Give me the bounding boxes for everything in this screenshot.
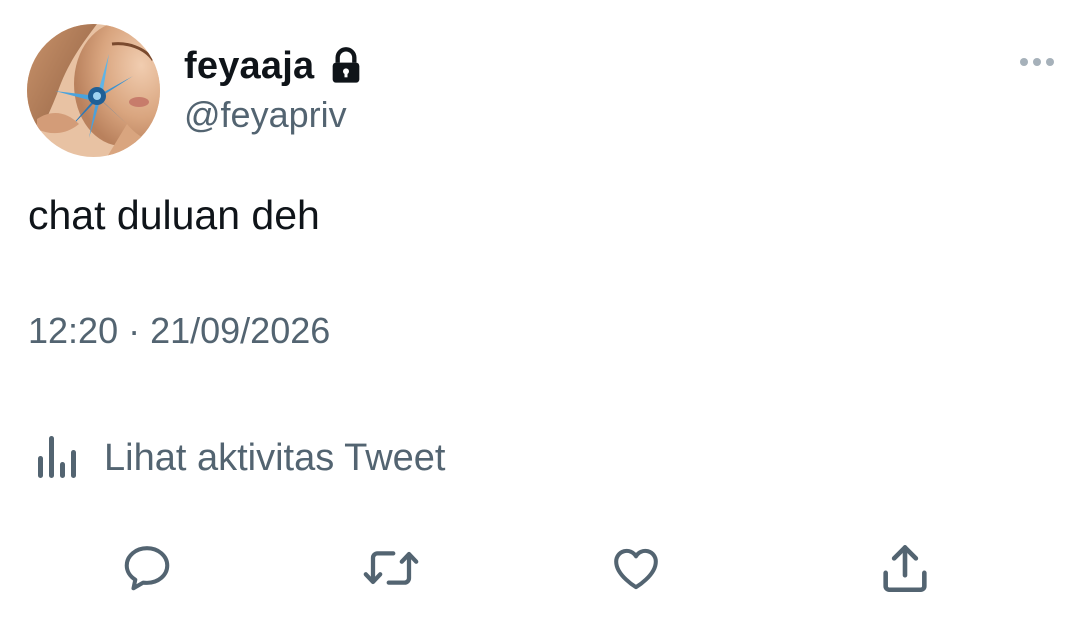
more-dot	[1033, 58, 1041, 66]
retweet-button[interactable]	[363, 540, 419, 600]
share-button[interactable]	[877, 540, 933, 600]
retweet-icon	[361, 541, 421, 600]
tweet-card: feyaaja @feyapriv chat duluan deh 12:20 …	[0, 0, 1080, 624]
share-icon	[876, 539, 934, 602]
like-button[interactable]	[608, 540, 664, 600]
more-dot	[1046, 58, 1054, 66]
activity-label: Lihat aktivitas Tweet	[104, 437, 446, 479]
lock-icon	[326, 46, 366, 86]
avatar-image	[27, 24, 160, 157]
display-name[interactable]: feyaaja	[184, 45, 314, 88]
author-handle[interactable]: @feyapriv	[184, 94, 347, 136]
avatar[interactable]	[27, 24, 160, 157]
more-dot	[1020, 58, 1028, 66]
tweet-timestamp[interactable]: 12:20 · 21/09/2026	[28, 310, 330, 352]
more-options-icon[interactable]	[1020, 58, 1054, 66]
analytics-icon	[36, 432, 82, 485]
tweet-text: chat duluan deh	[28, 192, 320, 238]
author-name-row: feyaaja	[184, 42, 366, 90]
reply-icon	[120, 541, 174, 600]
reply-button[interactable]	[119, 540, 175, 600]
view-tweet-activity-link[interactable]: Lihat aktivitas Tweet	[36, 432, 445, 485]
heart-icon	[609, 541, 663, 600]
